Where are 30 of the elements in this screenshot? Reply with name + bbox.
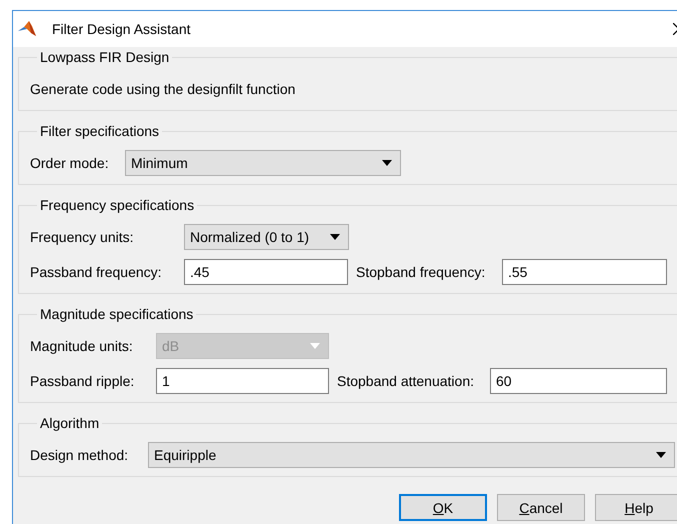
caret-icon <box>310 343 320 349</box>
group-title: Algorithm <box>39 414 100 432</box>
dropdown-label: Magnitude units: <box>30 338 134 354</box>
dialog-button[interactable]: Help <box>595 494 677 521</box>
group-title: Lowpass FIR Design <box>39 48 170 66</box>
dropdown-label: Frequency units: <box>30 229 134 245</box>
group-title: Frequency specifications <box>39 196 196 214</box>
field-label: Passband frequency: <box>30 264 163 280</box>
input-field[interactable]: 1 <box>156 368 329 394</box>
field-label: Stopband attenuation: <box>337 373 476 389</box>
group-title: Filter specifications <box>39 122 160 140</box>
dropdown-label: Design method: <box>30 447 130 463</box>
group-title: Magnitude specifications <box>39 305 194 323</box>
field-label: Stopband frequency: <box>356 264 486 280</box>
window-title: Filter Design Assistant <box>52 21 190 37</box>
caret-icon <box>382 160 392 166</box>
dialog-button[interactable]: OK <box>399 494 487 521</box>
dropdown[interactable]: Normalized (0 to 1) <box>184 224 349 250</box>
input-field[interactable]: .45 <box>184 259 348 285</box>
dropdown[interactable]: Minimum <box>125 150 401 176</box>
dropdown-label: Order mode: <box>30 155 110 171</box>
dialog-button[interactable]: Cancel <box>497 494 585 521</box>
field-label: Passband ripple: <box>30 373 136 389</box>
description-text: Generate code using the designfilt function <box>30 81 296 97</box>
app-logo-icon <box>18 21 36 37</box>
input-field[interactable]: 60 <box>490 368 667 394</box>
caret-icon <box>330 234 340 240</box>
dropdown[interactable]: Equiripple <box>148 442 675 468</box>
input-field[interactable]: .55 <box>502 259 667 285</box>
caret-icon <box>656 452 666 458</box>
